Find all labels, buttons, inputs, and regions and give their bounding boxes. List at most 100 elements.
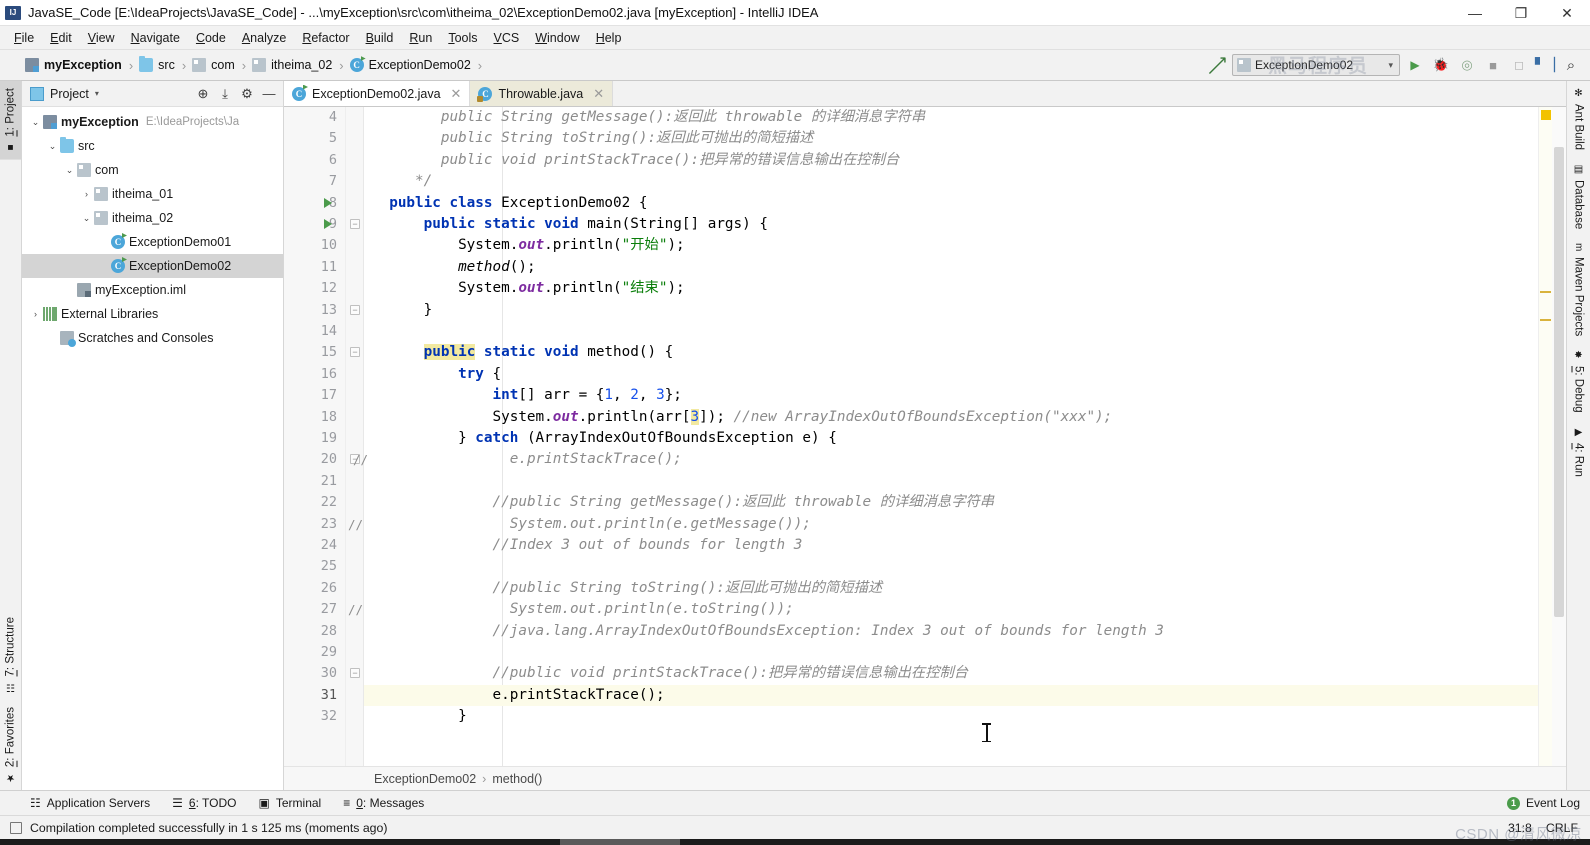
code-line[interactable]: */ [364, 171, 1538, 192]
tool-tab-7-structure[interactable]: ☷ 7: Structure [0, 610, 21, 699]
code-line[interactable]: System.out.println(e.getMessage()); [364, 514, 1538, 535]
hide-icon[interactable]: — [259, 84, 279, 104]
menu-code[interactable]: Code [188, 28, 234, 48]
code-line[interactable]: System.out.println(e.toString()); [364, 599, 1538, 620]
editor-breadcrumb-item[interactable]: ExceptionDemo02 [374, 772, 476, 786]
tree-twisty-icon[interactable]: ⌄ [28, 117, 43, 128]
menu-help[interactable]: Help [588, 28, 630, 48]
run-button[interactable]: ▶ [1404, 54, 1426, 76]
breadcrumb-item-com[interactable]: com [189, 53, 237, 77]
menu-tools[interactable]: Tools [440, 28, 485, 48]
locate-icon[interactable]: ⊕ [193, 84, 213, 104]
editor-tab-exceptiondemo02-java[interactable]: ExceptionDemo02.java ✕ [284, 81, 471, 106]
code-line[interactable]: public class ExceptionDemo02 { [364, 193, 1538, 214]
tree-node-com[interactable]: ⌄ com [22, 158, 283, 182]
breadcrumb-item-exceptiondemo02[interactable]: ExceptionDemo02 [347, 53, 473, 77]
menu-refactor[interactable]: Refactor [294, 28, 357, 48]
code-line[interactable] [364, 321, 1538, 342]
code-line[interactable]: public static void main(String[] args) { [364, 214, 1538, 235]
bottom-tool-application-servers[interactable]: ☷ Application Servers [30, 796, 150, 810]
menu-build[interactable]: Build [358, 28, 402, 48]
tree-node-itheima-01[interactable]: › itheima_01 [22, 182, 283, 206]
tree-twisty-icon[interactable]: › [28, 309, 43, 319]
code-line[interactable]: method(); [364, 257, 1538, 278]
collapse-all-icon[interactable]: ⤓ [215, 84, 235, 104]
code-fold-icon[interactable]: − [350, 668, 360, 679]
code-fold-icon[interactable]: − [350, 304, 360, 315]
code-line[interactable]: //Index 3 out of bounds for length 3 [364, 535, 1538, 556]
code-line[interactable]: public static void method() { [364, 342, 1538, 363]
tree-node-myexception-iml[interactable]: myException.iml [22, 278, 283, 302]
editor-tab-throwable-java[interactable]: Throwable.java ✕ [470, 81, 614, 106]
code-line[interactable]: try { [364, 364, 1538, 385]
line-number-gutter[interactable]: 4 5 6 7 8 9 10 11 12 13 14 15 16 17 18 19 20 21 22 23 24 25 26… [284, 107, 346, 766]
run-configuration-selector[interactable]: ExceptionDemo02 ▾ [1232, 54, 1400, 76]
event-log-button[interactable]: Event Log [1526, 796, 1580, 810]
code-line[interactable]: } [364, 300, 1538, 321]
code-line[interactable]: public String toString():返回此可抛出的简短描述 [364, 128, 1538, 149]
code-line[interactable] [364, 471, 1538, 492]
tree-node-itheima-02[interactable]: ⌄ itheima_02 [22, 206, 283, 230]
tree-twisty-icon[interactable]: ⌄ [45, 141, 60, 152]
code-line[interactable]: System.out.println(arr[3]); //new ArrayI… [364, 407, 1538, 428]
code-fold-icon[interactable]: − [350, 347, 360, 358]
code-line[interactable]: //public String toString():返回此可抛出的简短描述 [364, 578, 1538, 599]
code-line[interactable]: System.out.println("结束"); [364, 278, 1538, 299]
tree-twisty-icon[interactable]: ⌄ [62, 165, 77, 176]
bottom-tool-0-messages[interactable]: ≡ 0: Messages [343, 796, 424, 810]
code-line[interactable]: public void printStackTrace():把异常的错误信息输出… [364, 150, 1538, 171]
breadcrumb-item-myexception[interactable]: myException [22, 53, 124, 77]
settings-gear-icon[interactable]: ⚙ [237, 84, 257, 104]
menu-navigate[interactable]: Navigate [123, 28, 188, 48]
run-gutter-icon[interactable] [324, 219, 332, 229]
code-line[interactable]: System.out.println("开始"); [364, 235, 1538, 256]
minimize-button[interactable]: — [1452, 0, 1498, 26]
code-line[interactable]: e.printStackTrace(); [364, 684, 1538, 707]
maximize-button[interactable]: ❐ [1498, 0, 1544, 26]
run-with-coverage-button[interactable]: ◎ [1456, 54, 1478, 76]
close-button[interactable]: ✕ [1544, 0, 1590, 26]
tool-tab-database[interactable]: ▤ Database [1567, 157, 1590, 236]
caret-position[interactable]: 31:8 [1508, 821, 1532, 835]
scrollbar-thumb[interactable] [1554, 147, 1564, 617]
bottom-tool-terminal[interactable]: ▣ Terminal [259, 796, 322, 810]
inspection-status-marker[interactable] [1541, 110, 1551, 120]
code-line[interactable]: public String getMessage():返回此 throwable… [364, 107, 1538, 128]
tool-tab-5-debug[interactable]: ✸ 5: Debug [1567, 343, 1590, 420]
code-fold-icon[interactable]: − [350, 219, 360, 229]
tree-node-exceptiondemo01[interactable]: ExceptionDemo01 [22, 230, 283, 254]
menu-run[interactable]: Run [401, 28, 440, 48]
structure-chart-button[interactable]: ▘▕ [1534, 54, 1556, 76]
menu-analyze[interactable]: Analyze [234, 28, 294, 48]
editor-breadcrumb-item[interactable]: method() [492, 772, 542, 786]
code-line[interactable]: e.printStackTrace(); [364, 449, 1538, 470]
bottom-tool-6-todo[interactable]: ☰ 6: TODO [172, 796, 236, 810]
code-view[interactable]: 4 5 6 7 8 9 10 11 12 13 14 15 16 17 18 19 20 21 22 23 24 25 26… [284, 107, 1538, 766]
editor-scrollbar[interactable] [1552, 107, 1566, 766]
tree-node-external-libraries[interactable]: › External Libraries [22, 302, 283, 326]
menu-file[interactable]: File [6, 28, 42, 48]
code-text-area[interactable]: public String getMessage():返回此 throwable… [364, 107, 1538, 766]
code-line[interactable]: } catch (ArrayIndexOutOfBoundsException … [364, 428, 1538, 449]
close-icon[interactable]: ✕ [451, 86, 462, 102]
stop-button[interactable]: ◻ [1508, 54, 1530, 76]
back-arrow-icon[interactable]: ⟶ [1202, 50, 1233, 81]
code-line[interactable]: //java.lang.ArrayIndexOutOfBoundsExcepti… [364, 621, 1538, 642]
menu-vcs[interactable]: VCS [486, 28, 528, 48]
tool-tab-maven-projects[interactable]: m Maven Projects [1567, 236, 1590, 343]
tool-tab-2-favorites[interactable]: ★ 2: Favorites [0, 700, 21, 790]
tree-node-scratches-and-consoles[interactable]: Scratches and Consoles [22, 326, 283, 350]
tool-tab-4-run[interactable]: ▶ 4: Run [1567, 420, 1590, 484]
tree-twisty-icon[interactable]: › [79, 189, 94, 199]
code-line[interactable] [364, 642, 1538, 663]
debug-button[interactable]: 🐞 [1430, 54, 1452, 76]
code-line[interactable]: } [364, 706, 1538, 727]
menu-view[interactable]: View [80, 28, 123, 48]
marker-warning[interactable] [1540, 291, 1551, 293]
marker-warning[interactable] [1540, 319, 1551, 321]
breadcrumb-item-itheima_02[interactable]: itheima_02 [249, 53, 334, 77]
tree-twisty-icon[interactable]: ⌄ [79, 213, 94, 224]
fold-gutter[interactable]: − − − −//////− [346, 107, 368, 766]
line-separator[interactable]: CRLF [1546, 821, 1578, 835]
run-gutter-icon[interactable] [324, 197, 332, 208]
